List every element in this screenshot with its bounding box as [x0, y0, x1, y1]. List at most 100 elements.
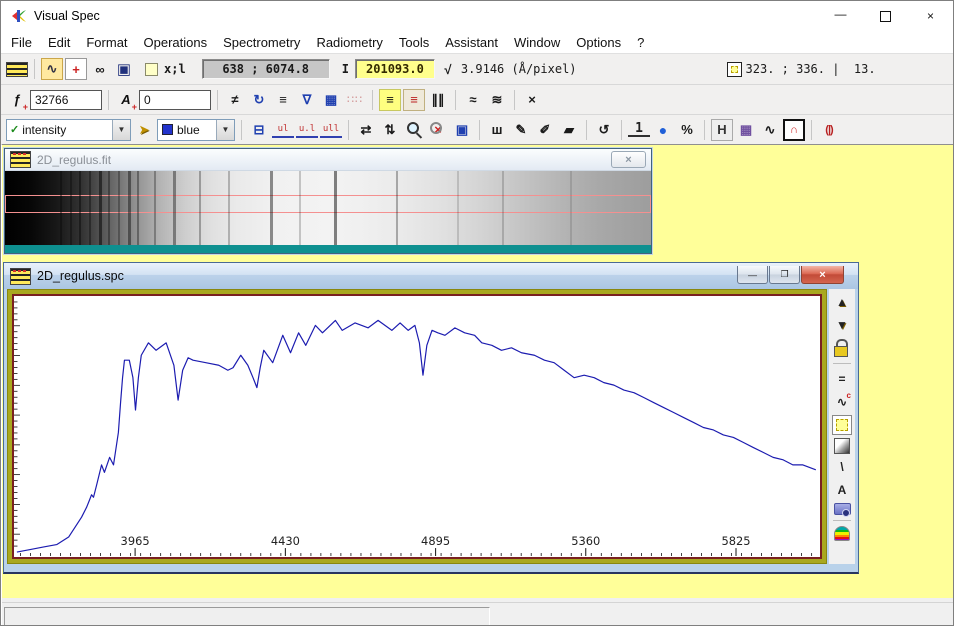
gradient-fill-icon[interactable] — [834, 438, 850, 454]
shift-x-icon[interactable]: ⇄ — [355, 119, 377, 141]
palette-icon[interactable] — [834, 526, 850, 541]
selection-mode-icon[interactable] — [832, 415, 852, 435]
lock-icon[interactable] — [832, 338, 852, 358]
combo-arrow-icon[interactable]: ▼ — [112, 120, 130, 140]
normalize-icon[interactable]: 1 — [628, 122, 650, 137]
series-chart-icon[interactable]: ∿ — [832, 392, 852, 412]
equal-scale-icon[interactable]: = — [832, 369, 852, 389]
toolbar-separator — [241, 120, 242, 140]
spc-restore-button[interactable]: ❐ — [769, 266, 800, 284]
divide-profiles-icon[interactable]: × — [521, 89, 543, 111]
menu-window[interactable]: Window — [506, 32, 568, 53]
max-intensity-input[interactable]: 32766 — [30, 90, 102, 110]
spc-close-button[interactable]: × — [801, 266, 844, 284]
comb-measure-icon[interactable]: ш — [486, 119, 508, 141]
absorption-line — [60, 171, 62, 245]
menu-edit[interactable]: Edit — [40, 32, 78, 53]
series-all-icon[interactable]: ull — [320, 122, 342, 138]
menu-radiometry[interactable]: Radiometry — [308, 32, 390, 53]
absorption-line — [396, 171, 398, 245]
profile-doc-icon[interactable] — [6, 62, 28, 77]
save-icon[interactable]: ▣ — [113, 58, 135, 80]
element-h-icon[interactable]: H — [711, 119, 733, 141]
minimize-button[interactable]: — — [818, 1, 863, 31]
overlay-reference-icon[interactable]: ≋ — [486, 89, 508, 111]
search-binoculars-icon[interactable]: ∞ — [89, 58, 111, 80]
svg-text:3965: 3965 — [121, 534, 150, 548]
close-button[interactable]: × — [908, 1, 953, 31]
max-intensity-icon[interactable]: ƒ — [6, 89, 28, 111]
slant-correction-icon[interactable]: ∇ — [296, 89, 318, 111]
edit-points-icon[interactable]: ✐ — [534, 119, 556, 141]
menu-file[interactable]: File — [3, 32, 40, 53]
overlay-profile-icon[interactable]: ≈ — [462, 89, 484, 111]
main-titlebar[interactable]: Visual Spec — × — [1, 1, 953, 31]
open-profile-icon[interactable]: ∿ — [41, 58, 63, 80]
spc-window-title: 2D_regulus.spc — [37, 269, 124, 283]
series-over-icon[interactable]: u.l — [296, 122, 318, 138]
show-image-icon[interactable]: ∥∥ — [427, 89, 449, 111]
maximize-button[interactable] — [863, 1, 908, 31]
intensity-value-field: 201093.0 — [355, 59, 435, 79]
plot-area[interactable]: 39654430489553605825 — [12, 294, 822, 559]
pan-up-icon[interactable]: ▲ — [832, 292, 852, 312]
spc-minimize-button[interactable]: — — [737, 266, 768, 284]
dot-grid-icon[interactable]: ∷∷ — [344, 89, 366, 111]
camera-icon[interactable] — [834, 503, 851, 515]
mdi-client-area: 2D_regulus.fit × 2D_regulus.spc — ❐ × — [2, 144, 954, 598]
display-screen-icon[interactable]: ⊟ — [248, 119, 270, 141]
fit-window-titlebar[interactable]: 2D_regulus.fit × — [5, 149, 651, 171]
svg-text:4430: 4430 — [271, 534, 300, 548]
tilt-lines-icon[interactable]: ≡ — [272, 89, 294, 111]
draw-segment-icon[interactable]: \ — [832, 457, 852, 477]
gaussian-fit-icon[interactable]: ∩ — [783, 119, 805, 141]
zoom-in-icon[interactable] — [403, 119, 425, 141]
min-intensity-input[interactable]: 0 — [139, 90, 211, 110]
percent-icon[interactable]: % — [676, 119, 698, 141]
menu-tools[interactable]: Tools — [391, 32, 437, 53]
color-combobox[interactable]: blue ▼ — [157, 119, 235, 141]
show-profile-icon[interactable]: ≡ — [403, 89, 425, 111]
toolbar-separator — [704, 120, 705, 140]
show-image-profile-icon[interactable]: ≡ — [379, 89, 401, 111]
export-image-icon[interactable]: ▣ — [451, 119, 473, 141]
rotate-image-icon[interactable]: ↻ — [248, 89, 270, 111]
spectrum-image-strip[interactable] — [5, 171, 651, 245]
menu-format[interactable]: Format — [78, 32, 135, 53]
open-image-icon[interactable]: + — [65, 58, 87, 80]
pointer-hand-icon[interactable]: ➤ — [133, 119, 155, 141]
replay-icon[interactable]: ↺ — [593, 119, 615, 141]
water-drop-icon[interactable]: ● — [652, 119, 674, 141]
cursor-position-field: 638 ; 6074.8 — [202, 59, 330, 79]
absorption-line — [173, 171, 176, 245]
unzoom-icon[interactable]: × — [427, 119, 449, 141]
selection-rect-icon — [727, 62, 742, 77]
pan-down-icon[interactable]: ▼ — [832, 315, 852, 335]
table-copy-icon[interactable]: ▦ — [320, 89, 342, 111]
menu-spectrometry[interactable]: Spectrometry — [215, 32, 308, 53]
line-ident-icon[interactable]: ∿ — [759, 119, 781, 141]
pixel-line-checkbox[interactable] — [145, 63, 158, 76]
spectrum-plot-svg[interactable]: 39654430489553605825 — [14, 296, 820, 557]
binning-zone-band[interactable] — [5, 195, 651, 214]
paint-brush-icon[interactable]: ▰ — [558, 119, 580, 141]
menu-help[interactable]: ? — [629, 32, 652, 53]
text-tool-icon[interactable]: A — [832, 480, 852, 500]
fit-window-title: 2D_regulus.fit — [37, 153, 111, 167]
min-intensity-icon[interactable]: A — [115, 89, 137, 111]
shift-y-icon[interactable]: ⇅ — [379, 119, 401, 141]
profile-type-combobox[interactable]: ✓ intensity ▼ — [6, 119, 131, 141]
fit-window-close-button[interactable]: × — [611, 151, 646, 168]
status-panel — [4, 607, 490, 626]
radiometry-icon[interactable]: (|) — [818, 119, 840, 141]
draw-pencil-icon[interactable]: ✎ — [510, 119, 532, 141]
reference-line-icon[interactable]: ≠ — [224, 89, 246, 111]
spc-window-titlebar[interactable]: 2D_regulus.spc — ❐ × — [4, 263, 858, 289]
combo-arrow-icon[interactable]: ▼ — [216, 120, 234, 140]
toolbar-separator — [455, 90, 456, 110]
menu-operations[interactable]: Operations — [136, 32, 216, 53]
periodic-table-icon[interactable]: ▦ — [735, 119, 757, 141]
series-under-icon[interactable]: ul — [272, 122, 294, 138]
menu-options[interactable]: Options — [568, 32, 629, 53]
menu-assistant[interactable]: Assistant — [437, 32, 506, 53]
